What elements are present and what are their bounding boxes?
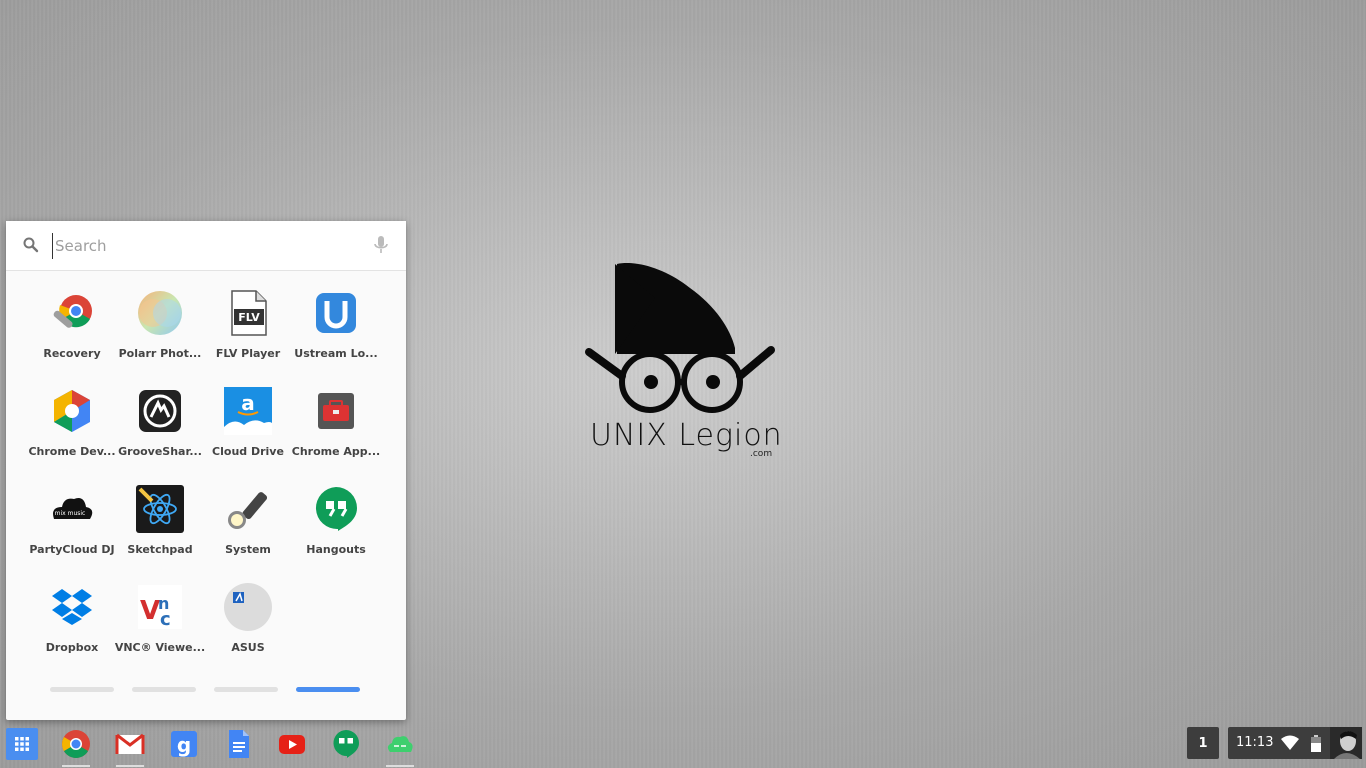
- youtube-icon: [279, 735, 305, 754]
- app-hangouts[interactable]: Hangouts: [292, 483, 380, 573]
- app-label: Ustream Lo...: [294, 347, 378, 360]
- wifi-icon: [1281, 735, 1299, 750]
- app-label: Chrome App...: [291, 445, 381, 458]
- chrome-dev-icon: [54, 390, 90, 432]
- ustream-icon: [316, 293, 356, 333]
- page-dot-4[interactable]: [296, 687, 360, 692]
- chrome-icon: [62, 730, 90, 758]
- app-sketchpad[interactable]: Sketchpad: [116, 483, 204, 573]
- polarr-icon: [138, 291, 182, 335]
- shelf-chrome-button[interactable]: [60, 728, 92, 760]
- running-indicator: [386, 765, 414, 767]
- app-recovery[interactable]: Recovery: [28, 287, 116, 377]
- google-search-icon: g: [171, 731, 197, 757]
- app-label: Polarr Phot...: [118, 347, 202, 360]
- app-launcher-icon: [15, 737, 29, 751]
- app-vnc-viewer[interactable]: V n c VNC® Viewe...: [115, 581, 205, 671]
- app-flv-player[interactable]: FLV FLV Player: [204, 287, 292, 377]
- app-launcher-button[interactable]: [6, 728, 38, 760]
- app-system[interactable]: System: [204, 483, 292, 573]
- cloud-app-icon: [387, 736, 413, 752]
- app-label: VNC® Viewe...: [114, 641, 206, 654]
- app-launcher-panel: Recovery Polarr Phot... FLV: [6, 221, 406, 720]
- flv-player-icon: FLV: [231, 290, 267, 336]
- toolbox-icon: [318, 393, 354, 429]
- user-avatar-icon: [1330, 727, 1362, 759]
- search-input[interactable]: [52, 233, 357, 259]
- app-label: Dropbox: [45, 641, 99, 654]
- workspace-indicator[interactable]: 1: [1187, 727, 1219, 759]
- clock: 11:13: [1236, 735, 1274, 750]
- flashlight-icon: [228, 492, 268, 529]
- grooveshark-icon: [139, 390, 181, 432]
- shelf-google-search-button[interactable]: g: [168, 728, 200, 760]
- vnc-icon: V n c: [138, 585, 182, 630]
- microphone-icon[interactable]: [373, 235, 389, 255]
- hangouts-icon: [333, 730, 359, 758]
- shelf-docs-button[interactable]: [222, 728, 254, 760]
- app-label: FLV Player: [215, 347, 281, 360]
- partycloud-icon: mix music: [53, 498, 93, 519]
- app-grooveshark[interactable]: GrooveShar...: [116, 385, 204, 475]
- shelf-hangouts-button[interactable]: [330, 728, 362, 760]
- svg-text:g: g: [177, 733, 191, 757]
- app-label: Hangouts: [306, 543, 366, 556]
- app-ustream[interactable]: Ustream Lo...: [292, 287, 380, 377]
- app-cloud-drive[interactable]: a Cloud Drive: [204, 385, 292, 475]
- svg-text:mix music: mix music: [55, 510, 86, 517]
- cloud-drive-icon: a: [224, 387, 272, 435]
- battery-icon: [1311, 735, 1321, 752]
- app-label: PartyCloud DJ: [29, 543, 115, 556]
- app-label: System: [225, 543, 271, 556]
- running-indicator: [62, 765, 90, 767]
- hangouts-icon: [315, 487, 357, 531]
- status-tray[interactable]: 11:13: [1228, 727, 1362, 759]
- search-icon: [23, 237, 39, 253]
- shelf-cloud-app-button[interactable]: [384, 728, 416, 760]
- docs-icon: [229, 730, 249, 758]
- app-partycloud[interactable]: mix music PartyCloud DJ: [28, 483, 116, 573]
- running-indicator: [116, 765, 144, 767]
- shelf-youtube-button[interactable]: [276, 728, 308, 760]
- app-label: Recovery: [43, 347, 101, 360]
- shelf: g: [0, 720, 1366, 768]
- gmail-icon: [115, 733, 145, 754]
- asus-icon: [224, 583, 272, 631]
- app-label: Cloud Drive: [212, 445, 284, 458]
- app-dropbox[interactable]: Dropbox: [28, 581, 116, 671]
- logo-suffix: .com: [750, 449, 773, 459]
- recovery-icon: [53, 295, 92, 328]
- logo-text: UNIX Legion: [590, 418, 783, 453]
- avatar[interactable]: [1330, 727, 1362, 759]
- page-dot-2[interactable]: [132, 687, 196, 692]
- app-label: ASUS: [231, 641, 265, 654]
- svg-text:a: a: [241, 391, 255, 415]
- app-chrome-dev[interactable]: Chrome Dev...: [28, 385, 116, 475]
- app-label: Sketchpad: [127, 543, 193, 556]
- dropbox-icon: [52, 589, 92, 625]
- shelf-gmail-button[interactable]: [114, 728, 146, 760]
- app-chrome-apps[interactable]: Chrome App...: [292, 385, 380, 475]
- app-asus[interactable]: ASUS: [204, 581, 292, 671]
- app-label: Chrome Dev...: [28, 445, 116, 458]
- page-dot-1[interactable]: [50, 687, 114, 692]
- svg-text:c: c: [160, 609, 171, 630]
- app-polarr[interactable]: Polarr Phot...: [116, 287, 204, 377]
- search-bar: [6, 221, 406, 271]
- svg-text:FLV: FLV: [238, 311, 260, 324]
- app-label: GrooveShar...: [118, 445, 202, 458]
- sketchpad-icon: [136, 485, 184, 533]
- page-dot-3[interactable]: [214, 687, 278, 692]
